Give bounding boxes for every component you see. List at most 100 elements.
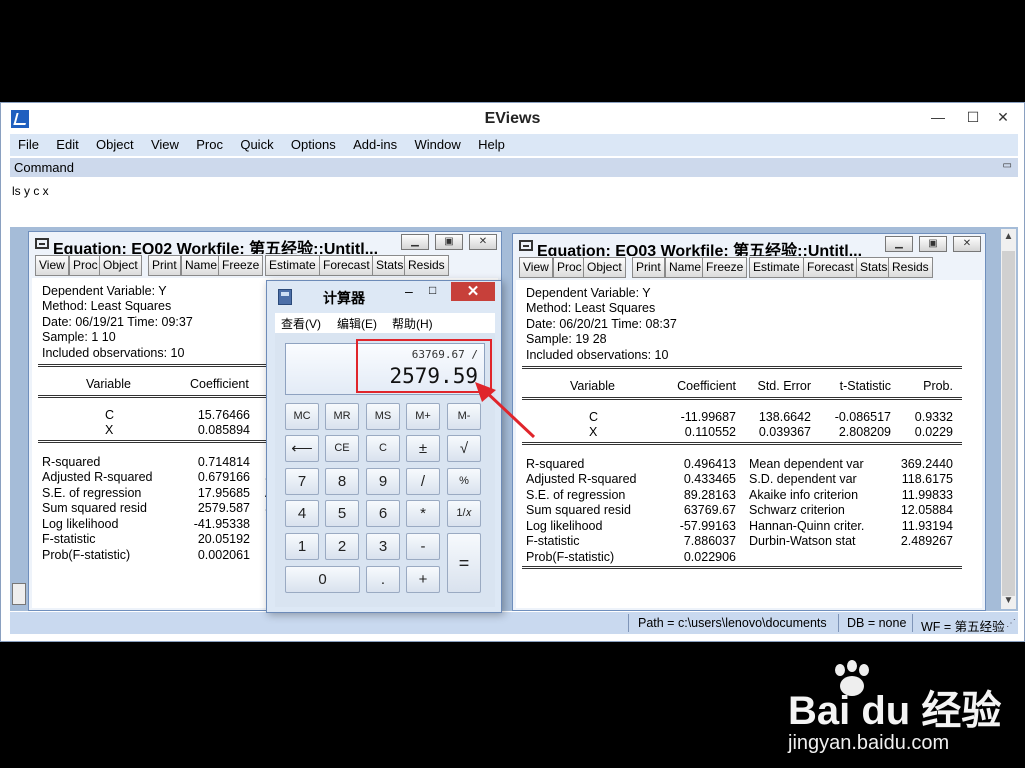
resids-button[interactable]: Resids — [404, 255, 449, 276]
digit-6-button[interactable]: 6 — [366, 500, 400, 527]
command-input[interactable]: ls y c x — [10, 178, 1018, 225]
forecast-button[interactable]: Forecast — [803, 257, 858, 278]
eq03-restore-button[interactable]: ▣ — [919, 236, 947, 252]
maximize-icon[interactable]: ☐ — [961, 106, 985, 128]
forecast-button[interactable]: Forecast — [319, 255, 374, 276]
col-variable: Variable — [86, 377, 131, 391]
backspace-button[interactable]: ⟵ — [285, 435, 319, 462]
view-button[interactable]: View — [35, 255, 69, 276]
view-button[interactable]: View — [519, 257, 553, 278]
proc-button[interactable]: Proc — [553, 257, 586, 278]
digit-3-button[interactable]: 3 — [366, 533, 400, 560]
digit-7-button[interactable]: 7 — [285, 468, 319, 495]
mr-button[interactable]: MR — [325, 403, 359, 430]
mc-button[interactable]: MC — [285, 403, 319, 430]
stats-button[interactable]: Stats — [372, 255, 408, 276]
minimized-window-tab[interactable] — [12, 583, 26, 605]
stat-label: Log likelihood — [526, 519, 603, 533]
menu-object[interactable]: Object — [88, 134, 140, 152]
workspace-scrollbar[interactable]: ▲ ▼ — [1001, 229, 1016, 609]
decimal-button[interactable]: . — [366, 566, 400, 593]
stat-label: Sum squared resid — [526, 503, 631, 517]
object-button[interactable]: Object — [99, 255, 142, 276]
multiply-button[interactable]: * — [406, 500, 440, 527]
reciprocal-button[interactable]: 1/𝑥 — [447, 500, 481, 527]
clear-button[interactable]: C — [366, 435, 400, 462]
eq03-title-bar[interactable]: Equation: EQ03 Workfile: 第五经验::Untitl... — [513, 234, 985, 256]
estimate-button[interactable]: Estimate — [265, 255, 320, 276]
estimate-button[interactable]: Estimate — [749, 257, 804, 278]
scroll-up-icon[interactable]: ▲ — [1001, 231, 1016, 242]
name-button[interactable]: Name — [181, 255, 222, 276]
menu-view[interactable]: View — [143, 134, 185, 152]
scroll-down-icon[interactable]: ▼ — [1001, 595, 1016, 606]
maximize-icon[interactable]: □ — [429, 283, 436, 297]
menu-help[interactable]: Help — [470, 134, 511, 152]
menu-quick[interactable]: Quick — [232, 134, 279, 152]
stat-label: Mean dependent var — [749, 457, 864, 471]
print-button[interactable]: Print — [632, 257, 665, 278]
menu-options[interactable]: Options — [283, 134, 342, 152]
digit-2-button[interactable]: 2 — [325, 533, 359, 560]
eq03-minimize-button[interactable]: ▁ — [885, 236, 913, 252]
proc-button[interactable]: Proc — [69, 255, 102, 276]
m-plus-button[interactable]: M+ — [406, 403, 440, 430]
calculator-body: 63769.67 / 2579.59 MC MR MS M+ M- ⟵ CE C… — [275, 333, 495, 607]
stat-label: Durbin-Watson stat — [749, 534, 856, 548]
minimize-icon[interactable]: – — [405, 283, 413, 299]
stat-label: R-squared — [526, 457, 585, 471]
menu-window[interactable]: Window — [407, 134, 467, 152]
menu-proc[interactable]: Proc — [188, 134, 229, 152]
resids-button[interactable]: Resids — [888, 257, 933, 278]
window-menu-icon[interactable] — [35, 238, 49, 249]
menu-file[interactable]: File — [10, 134, 45, 152]
percent-button[interactable]: % — [447, 468, 481, 495]
pin-icon[interactable]: ▭ — [1003, 160, 1012, 171]
header-line: Date: 06/19/21 Time: 09:37 — [42, 315, 193, 329]
object-button[interactable]: Object — [583, 257, 626, 278]
digit-4-button[interactable]: 4 — [285, 500, 319, 527]
eq02-minimize-button[interactable]: ▁ — [401, 234, 429, 250]
close-icon[interactable]: ✕ — [991, 106, 1015, 128]
eq03-output-pane: Dependent Variable: Y Method: Least Squa… — [516, 280, 982, 608]
digit-0-button[interactable]: 0 — [285, 566, 360, 593]
col-prob: Prob. — [923, 379, 953, 393]
digit-5-button[interactable]: 5 — [325, 500, 359, 527]
freeze-button[interactable]: Freeze — [218, 255, 264, 276]
freeze-button[interactable]: Freeze — [702, 257, 748, 278]
eq03-close-button[interactable]: ✕ — [953, 236, 981, 252]
col-variable: Variable — [570, 379, 615, 393]
print-button[interactable]: Print — [148, 255, 181, 276]
eq02-title-bar[interactable]: Equation: EQ02 Workfile: 第五经验::Untitl... — [29, 232, 501, 254]
window-menu-icon[interactable] — [519, 240, 533, 251]
menu-add-ins[interactable]: Add-ins — [345, 134, 403, 152]
add-button[interactable]: + — [406, 566, 440, 593]
subtract-button[interactable]: - — [406, 533, 440, 560]
plus-minus-button[interactable]: ± — [406, 435, 440, 462]
close-icon[interactable]: ✕ — [451, 282, 495, 301]
scroll-thumb[interactable] — [1002, 251, 1015, 596]
menu-edit[interactable]: 编辑(E) — [337, 315, 377, 332]
digit-9-button[interactable]: 9 — [366, 468, 400, 495]
menu-view[interactable]: 查看(V) — [281, 315, 321, 332]
minimize-icon[interactable]: — — [926, 106, 950, 128]
ce-button[interactable]: CE — [325, 435, 359, 462]
digit-1-button[interactable]: 1 — [285, 533, 319, 560]
calculator-title: 计算器 — [323, 290, 365, 306]
menu-help[interactable]: 帮助(H) — [392, 315, 433, 332]
calculator-title-bar[interactable]: 计算器 – □ ✕ — [267, 281, 501, 311]
row-prob: 0.9332 — [914, 410, 953, 424]
eq02-close-button[interactable]: ✕ — [469, 234, 497, 250]
eq03-toolbar: View Proc Object Print Name Freeze Estim… — [513, 257, 985, 279]
divide-button[interactable]: / — [406, 468, 440, 495]
ms-button[interactable]: MS — [366, 403, 400, 430]
stat-label: Adjusted R-squared — [42, 470, 153, 484]
digit-8-button[interactable]: 8 — [325, 468, 359, 495]
stat-value: 7.886037 — [683, 534, 736, 548]
equals-button[interactable]: = — [447, 533, 481, 593]
resize-grip-icon[interactable]: ⋰ — [1006, 618, 1016, 629]
eq02-restore-button[interactable]: ▣ — [435, 234, 463, 250]
name-button[interactable]: Name — [665, 257, 706, 278]
menu-edit[interactable]: Edit — [48, 134, 84, 152]
stats-button[interactable]: Stats — [856, 257, 892, 278]
